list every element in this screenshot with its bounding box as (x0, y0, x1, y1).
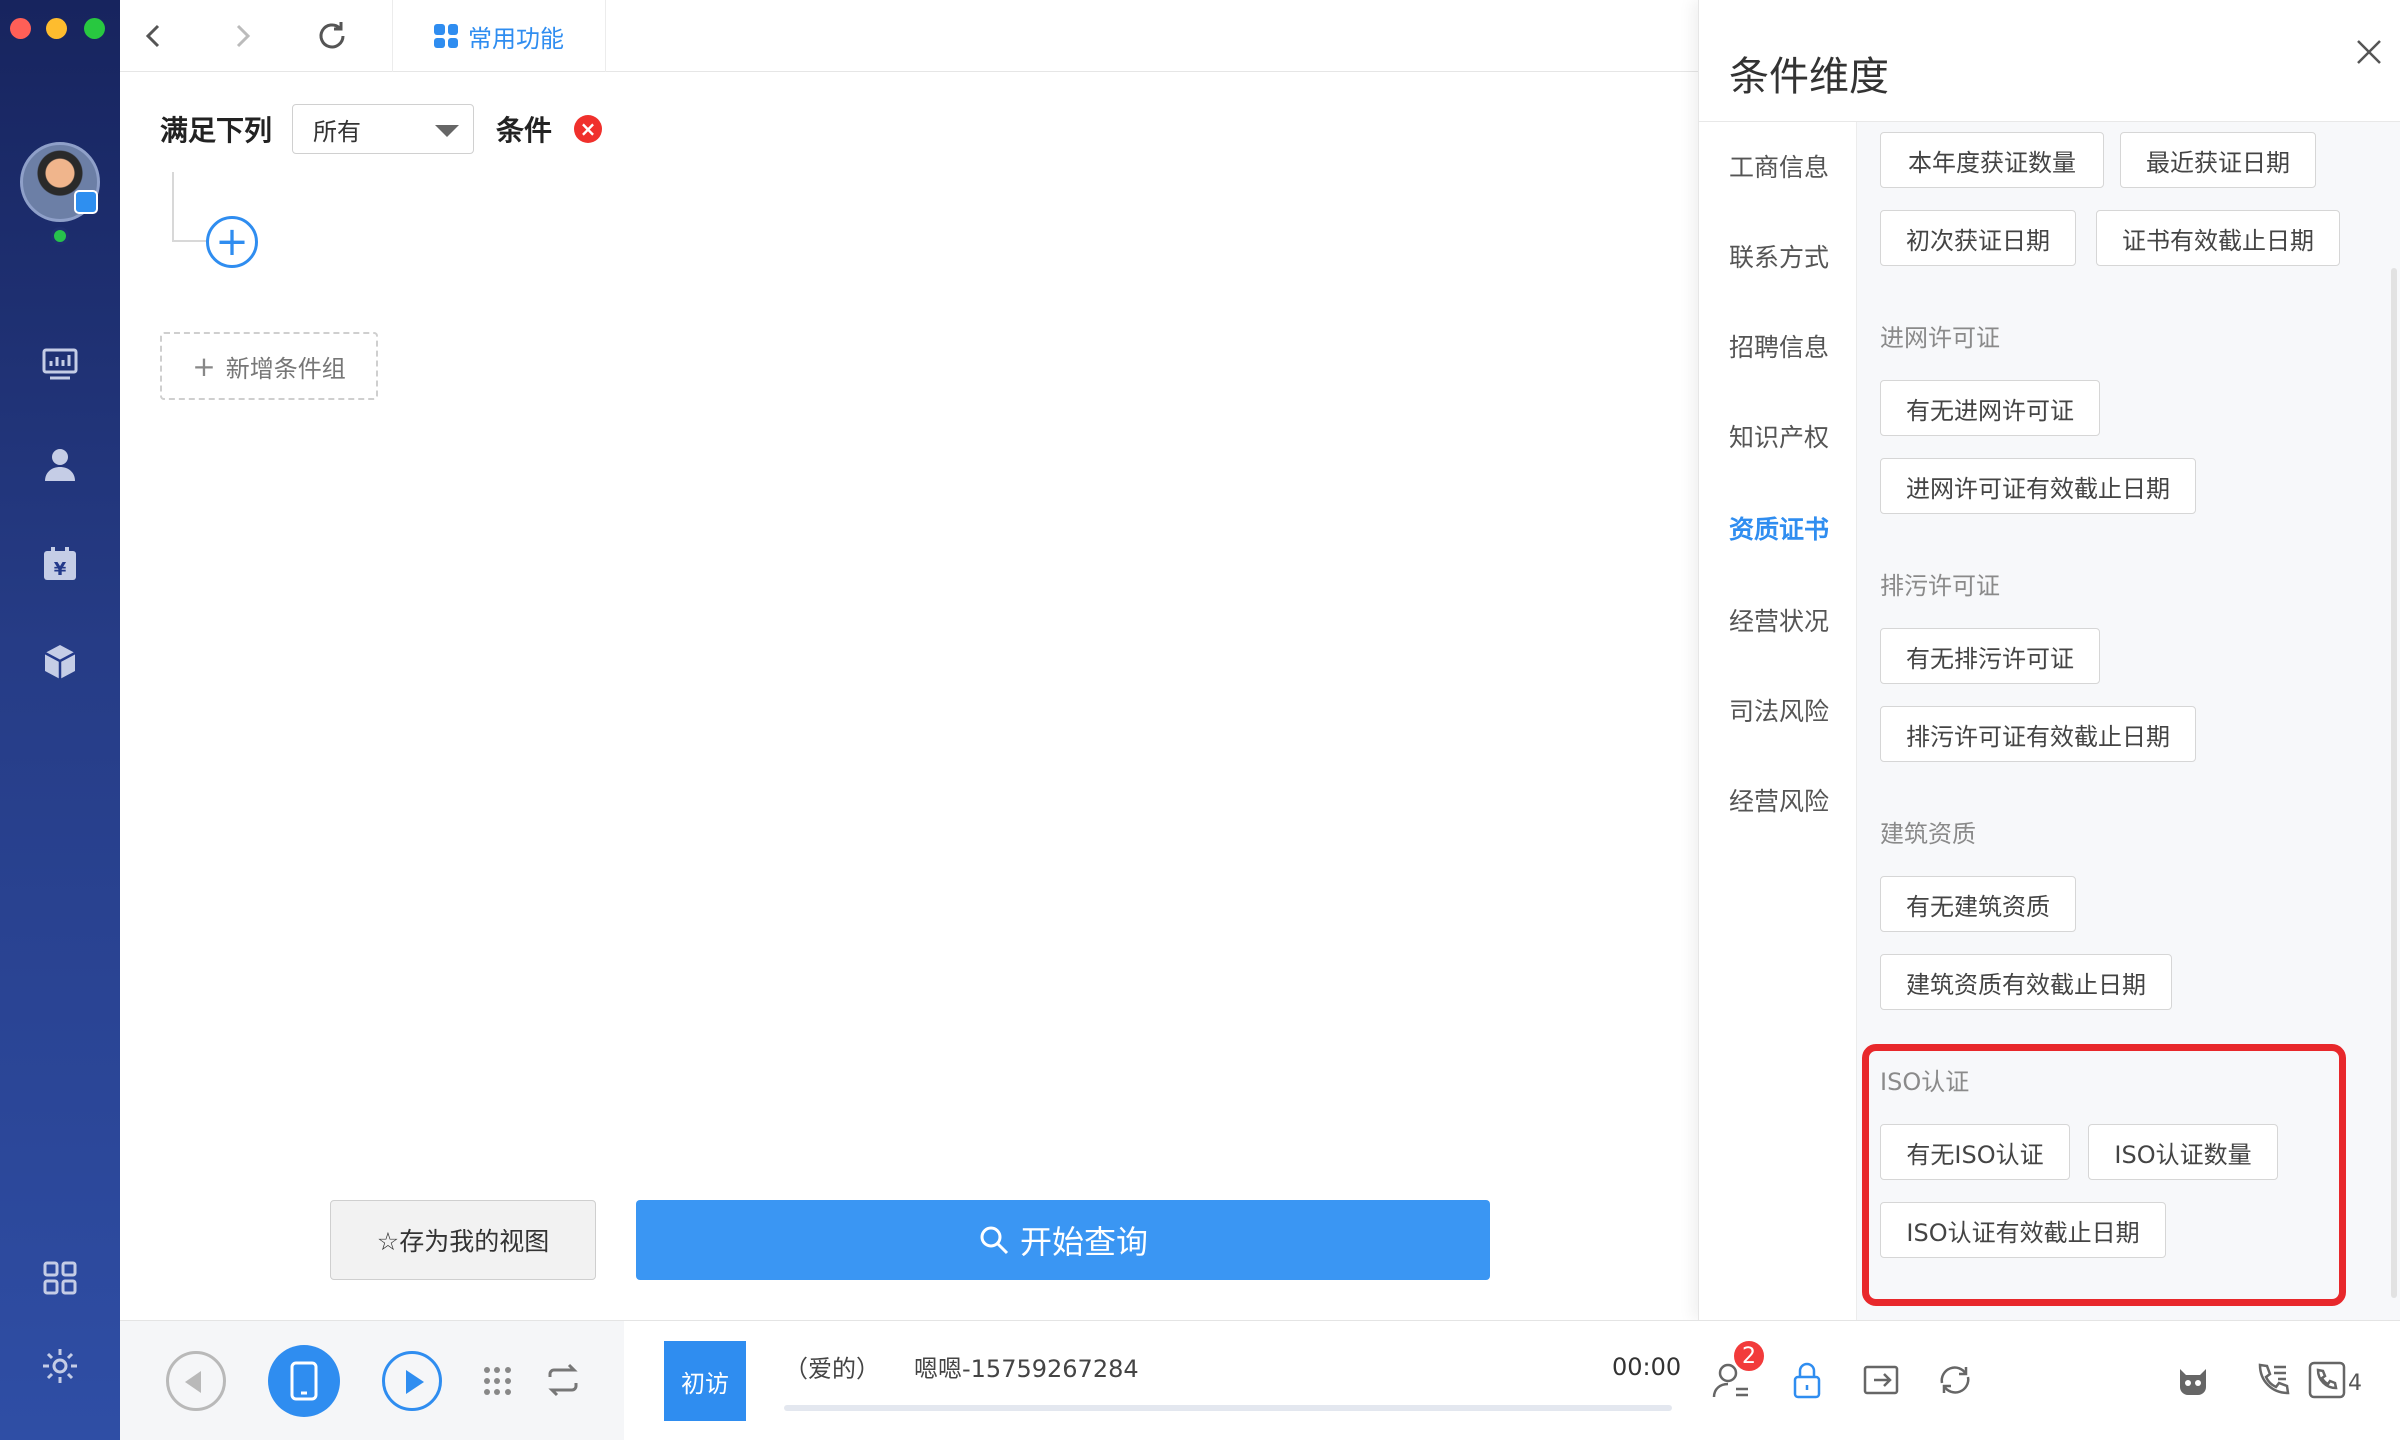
add-condition-group-label: 新增条件组 (225, 354, 346, 383)
save-as-my-view-button[interactable]: ☆存为我的视图 (330, 1200, 596, 1280)
left-sidebar: ¥ (0, 0, 120, 1440)
window-maximize-button[interactable] (84, 18, 105, 39)
caret-down-icon (435, 125, 460, 137)
robot-assistant-icon[interactable] (2172, 1359, 2214, 1401)
dimension-nav-item-certificates[interactable]: 资质证书 (1729, 510, 1829, 546)
chip-pollution-permit-expiry[interactable]: 排污许可证有效截止日期 (1880, 706, 2196, 762)
dimension-nav-item-business-info[interactable]: 工商信息 (1729, 148, 1829, 184)
chip-has-pollution-permit[interactable]: 有无排污许可证 (1880, 628, 2100, 684)
save-as-my-view-label: ☆存为我的视图 (376, 1227, 550, 1256)
dialpad-icon[interactable] (484, 1367, 512, 1397)
dimension-nav-item-contact[interactable]: 联系方式 (1729, 238, 1829, 274)
notification-count-badge: 2 (1732, 1339, 1766, 1373)
drawer-header: 条件维度 (1699, 0, 2400, 122)
tab-common-functions-label: 常用功能 (468, 24, 564, 53)
chip-first-cert-date[interactable]: 初次获证日期 (1880, 210, 2076, 266)
grid-tiles-icon (434, 24, 458, 48)
match-mode-select[interactable]: 所有 (292, 104, 475, 154)
section-title-pollution-permit: 排污许可证 (1880, 572, 2000, 600)
contact-relation: （爱的） (784, 1355, 880, 1383)
top-toolbar: 常用功能 (120, 0, 1698, 72)
iso-section-highlight-annotation (1862, 1044, 2346, 1306)
callback-icon[interactable] (1934, 1359, 1976, 1401)
window-minimize-button[interactable] (46, 18, 67, 39)
transfer-out-icon[interactable] (1860, 1359, 1902, 1401)
search-icon (980, 1226, 1009, 1255)
chip-construction-qualification-expiry[interactable]: 建筑资质有效截止日期 (1880, 954, 2172, 1010)
condition-suffix-label: 条件 (496, 114, 553, 147)
plus-icon: + (192, 349, 216, 383)
apps-grid-icon[interactable] (40, 1258, 80, 1298)
section-title-construction-qualification: 建筑资质 (1880, 820, 1976, 848)
dimension-nav-item-judicial-risk[interactable]: 司法风险 (1729, 692, 1829, 728)
back-chevron-icon[interactable] (136, 18, 172, 54)
add-condition-plus-icon[interactable]: + (206, 216, 258, 268)
dashboard-icon[interactable] (40, 344, 80, 384)
drawer-scrollbar[interactable] (2391, 268, 2397, 1298)
previous-call-icon[interactable] (166, 1351, 226, 1411)
add-condition-group-button[interactable]: + 新增条件组 (160, 332, 378, 400)
current-contact: （爱的） 嗯嗯-15759267284 (784, 1349, 1139, 1384)
play-dial-icon[interactable] (382, 1351, 442, 1411)
condition-prefix-label: 满足下列 (160, 114, 273, 147)
contact-name-phone: 嗯嗯-15759267284 (914, 1355, 1139, 1383)
lock-icon[interactable] (1786, 1359, 1828, 1401)
drawer-title: 条件维度 (1729, 54, 1889, 100)
chip-cert-expiry-date[interactable]: 证书有效截止日期 (2096, 210, 2340, 266)
condition-row: 满足下列 所有 条件 × (160, 104, 603, 154)
dimension-nav-item-ip[interactable]: 知识产权 (1729, 418, 1829, 454)
contacts-icon[interactable] (40, 444, 80, 484)
start-query-button[interactable]: 开始查询 (636, 1200, 1490, 1280)
online-status-indicator (51, 227, 69, 245)
call-control-bar: 初访 （爱的） 嗯嗯-15759267284 00:00 2 4 (120, 1320, 2400, 1440)
phone-lines-icon[interactable] (2306, 1359, 2348, 1401)
phone-line-count: 4 (2348, 1371, 2362, 1396)
refresh-icon[interactable] (314, 18, 350, 54)
billing-calendar-icon[interactable]: ¥ (40, 544, 80, 584)
first-visit-tag[interactable]: 初访 (664, 1341, 746, 1421)
match-mode-value: 所有 (313, 117, 362, 146)
forward-chevron-icon[interactable] (224, 18, 260, 54)
close-icon[interactable] (2351, 34, 2387, 70)
section-title-network-license: 进网许可证 (1880, 324, 2000, 352)
chip-network-license-expiry[interactable]: 进网许可证有效截止日期 (1880, 458, 2196, 514)
call-timer: 00:00 (1612, 1353, 1682, 1381)
start-query-label: 开始查询 (1019, 1223, 1148, 1261)
chip-latest-cert-date[interactable]: 最近获证日期 (2120, 132, 2316, 188)
settings-gear-icon[interactable] (40, 1346, 80, 1386)
remove-condition-icon[interactable]: × (574, 115, 603, 143)
chip-annual-cert-count[interactable]: 本年度获证数量 (1880, 132, 2104, 188)
loop-redial-icon[interactable] (544, 1361, 582, 1399)
tab-common-functions[interactable]: 常用功能 (392, 0, 606, 72)
dimension-nav: 工商信息 联系方式 招聘信息 知识产权 资质证书 经营状况 司法风险 经营风险 (1699, 122, 1857, 1320)
mobile-device-badge-icon (74, 190, 98, 214)
mobile-phone-icon[interactable] (268, 1345, 340, 1417)
dimension-nav-item-business-risk[interactable]: 经营风险 (1729, 782, 1829, 818)
call-control-cluster (120, 1321, 624, 1440)
product-cube-icon[interactable] (40, 642, 80, 682)
call-progress-bar (784, 1405, 1672, 1411)
chip-has-construction-qualification[interactable]: 有无建筑资质 (1880, 876, 2076, 932)
dimension-nav-item-operations[interactable]: 经营状况 (1729, 602, 1829, 638)
condition-tree-connector (172, 172, 208, 242)
window-close-button[interactable] (10, 18, 31, 39)
chip-has-network-license[interactable]: 有无进网许可证 (1880, 380, 2100, 436)
svg-text:¥: ¥ (54, 559, 67, 580)
dimension-nav-item-recruitment[interactable]: 招聘信息 (1729, 328, 1829, 364)
call-log-icon[interactable] (2252, 1359, 2294, 1401)
